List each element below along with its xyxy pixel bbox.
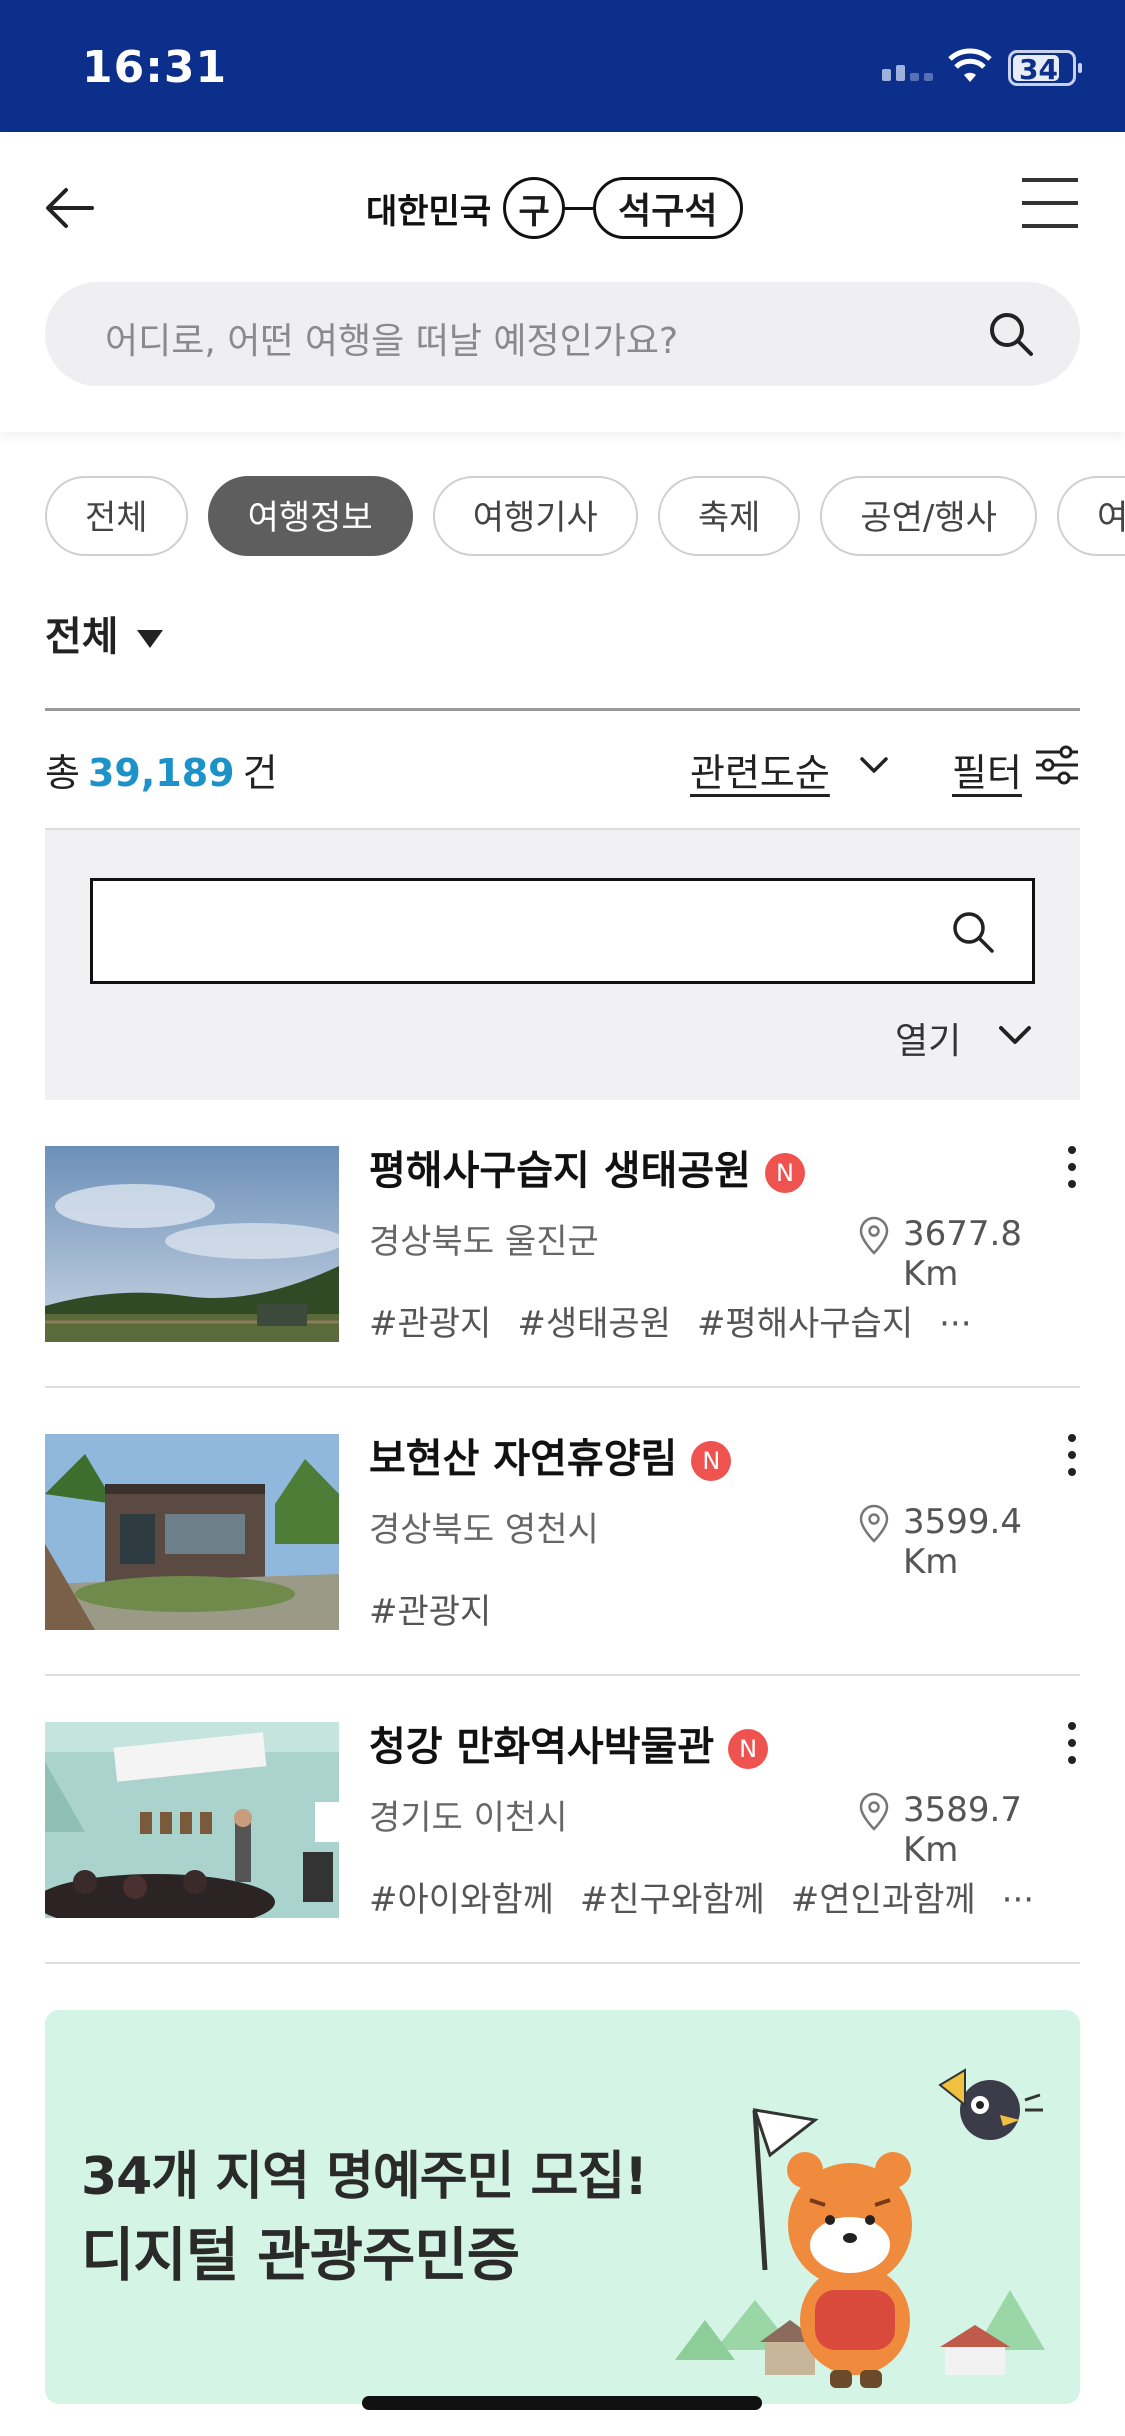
result-suffix: 건 (242, 751, 278, 795)
hamburger-menu-icon[interactable] (1022, 178, 1078, 234)
battery-level: 34 (1019, 53, 1058, 86)
item-title-text: 보현산 자연휴양림 (369, 1436, 678, 1482)
tag[interactable]: #연인과함께 (791, 1880, 976, 1920)
filter-sliders-icon[interactable] (1034, 744, 1080, 786)
dropdown-triangle-icon (136, 630, 163, 648)
tag[interactable]: #관광지 (369, 1592, 491, 1632)
logo-circle: 구 (503, 177, 566, 239)
more-options-icon[interactable] (1065, 1434, 1079, 1480)
search-icon[interactable] (948, 907, 998, 957)
search-panel: 열기 (45, 830, 1080, 1100)
divider (45, 708, 1080, 711)
promo-banner[interactable]: 34개 지역 명예주민 모집! 디지털 관광주민증 (45, 2010, 1080, 2404)
divider (45, 1386, 1080, 1388)
expand-toggle[interactable]: 열기 (895, 1012, 961, 1064)
item-distance: 3677.8 Km (903, 1214, 1022, 1294)
search-placeholder: 어디로, 어떤 여행을 떠날 예정인가요? (105, 321, 679, 362)
item-thumbnail-forest-lodge[interactable] (45, 1434, 339, 1630)
more-options-icon[interactable] (1065, 1146, 1079, 1192)
new-badge: N (764, 1153, 805, 1193)
location-pin-icon (859, 1792, 889, 1831)
status-bar: 16:31 34 (0, 0, 1125, 132)
item-title[interactable]: 청강 만화역사박물관 N (369, 1714, 769, 1772)
item-region: 경상북도 영천시 (369, 1510, 599, 1550)
list-item[interactable]: 보현산 자연휴양림 N 경상북도 영천시 3599.4 Km #관광지 (45, 1434, 1080, 1722)
chevron-down-icon[interactable] (997, 1022, 1033, 1050)
chip-travel-info[interactable]: 여행정보 (207, 476, 413, 556)
cellular-signal-icon (882, 62, 938, 81)
location-pin-icon (859, 1504, 889, 1543)
result-prefix: 총 (45, 751, 80, 795)
chip-more-truncated[interactable]: 여 (1056, 476, 1125, 556)
divider (45, 1962, 1080, 1964)
location-pin-icon (859, 1216, 889, 1255)
item-tags: #아이와함께 #친구와함께 #연인과함께 ··· (369, 1872, 1060, 1921)
chevron-down-icon[interactable] (858, 752, 890, 778)
item-distance: 3599.4 Km (903, 1502, 1022, 1582)
item-distance: 3589.7 Km (903, 1790, 1022, 1870)
back-arrow-icon[interactable] (40, 178, 100, 238)
result-count: 총 39,189 건 (45, 742, 278, 797)
chip-festival[interactable]: 축제 (657, 476, 801, 556)
tag[interactable]: #관광지 (369, 1304, 491, 1344)
result-number: 39,189 (87, 751, 235, 795)
category-chip-row: 전체 여행정보 여행기사 축제 공연/행사 여 (45, 476, 1125, 562)
sort-dropdown[interactable]: 관련도순 (690, 742, 830, 797)
new-badge: N (728, 1729, 769, 1769)
item-thumbnail-cartoon-museum[interactable] (45, 1722, 339, 1918)
list-item[interactable]: 청강 만화역사박물관 N 경기도 이천시 3589.7 Km #아이와함께 #친구와… (45, 1722, 1080, 2010)
chip-travel-articles[interactable]: 여행기사 (432, 476, 638, 556)
logo-pill: 석구석 (593, 177, 743, 239)
item-tags: #관광지 (369, 1584, 517, 1633)
filter-button[interactable]: 필터 (952, 742, 1022, 797)
item-tags: #관광지 #생태공원 #평해사구습지 ··· (369, 1296, 998, 1345)
new-badge: N (691, 1441, 732, 1481)
tag[interactable]: #생태공원 (517, 1304, 671, 1344)
site-logo[interactable]: 대한민국 구 석구석 (366, 168, 743, 248)
tags-more[interactable]: ··· (1002, 1880, 1034, 1920)
status-time: 16:31 (82, 42, 228, 93)
battery-icon: 34 (1008, 50, 1082, 86)
tag[interactable]: #평해사구습지 (697, 1304, 913, 1344)
item-thumbnail-wetland-park[interactable] (45, 1146, 339, 1342)
list-item[interactable]: 평해사구습지 생태공원 N 경상북도 울진군 3677.8 Km #관광지 #생태공… (45, 1146, 1080, 1434)
keyword-search-input[interactable] (90, 878, 1035, 984)
home-indicator[interactable] (362, 2396, 762, 2410)
tags-more[interactable]: ··· (939, 1304, 971, 1344)
item-title-text: 청강 만화역사박물관 (369, 1724, 715, 1770)
tag[interactable]: #아이와함께 (369, 1880, 554, 1920)
logo-text: 대한민국 (366, 191, 492, 232)
logo-connector (565, 206, 594, 210)
banner-headline: 34개 지역 명예주민 모집! (81, 2147, 648, 2207)
wifi-icon (948, 48, 992, 82)
more-options-icon[interactable] (1065, 1722, 1079, 1768)
chip-performance-event[interactable]: 공연/행사 (820, 476, 1037, 556)
item-title[interactable]: 보현산 자연휴양림 N (369, 1426, 732, 1484)
tag[interactable]: #친구와함께 (580, 1880, 765, 1920)
category-label: 전체 (45, 614, 119, 660)
divider (45, 1674, 1080, 1676)
banner-subheadline: 디지털 관광주민증 (81, 2221, 520, 2289)
item-title-text: 평해사구습지 생태공원 (369, 1148, 751, 1194)
chip-all[interactable]: 전체 (45, 476, 188, 556)
item-title[interactable]: 평해사구습지 생태공원 N (369, 1138, 805, 1196)
item-region: 경기도 이천시 (369, 1798, 568, 1838)
category-dropdown[interactable]: 전체 (45, 604, 163, 662)
tiger-mascot-illustration (675, 2068, 1045, 2388)
search-icon[interactable] (985, 308, 1037, 360)
item-region: 경상북도 울진군 (369, 1222, 599, 1262)
main-search-bar[interactable]: 어디로, 어떤 여행을 떠날 예정인가요? (45, 282, 1080, 386)
